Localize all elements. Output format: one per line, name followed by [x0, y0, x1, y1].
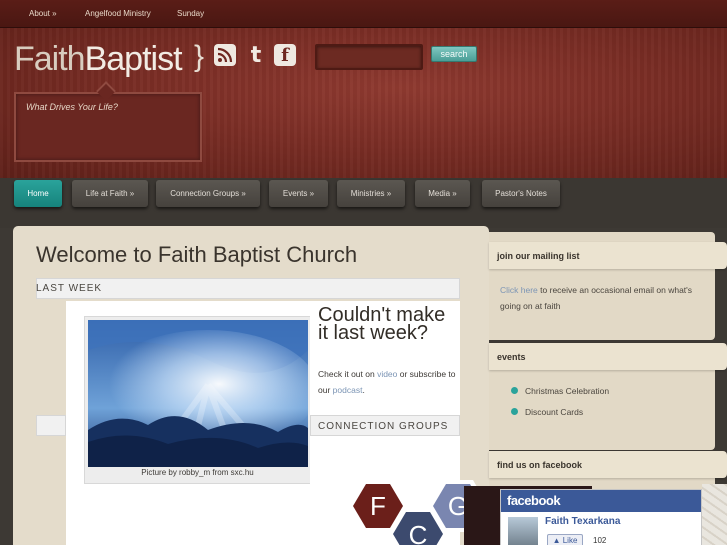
search-input[interactable] — [315, 44, 423, 70]
facebook-like-count: 102 — [593, 536, 607, 545]
tagline-box: What Drives Your Life? — [14, 92, 202, 162]
map-thumbnail[interactable] — [702, 484, 727, 545]
logo-brace: } — [194, 40, 205, 73]
facebook-page-name[interactable]: Faith Texarkana — [545, 516, 620, 527]
facebook-like-box: facebook Faith Texarkana ▲ Like 102 — [500, 489, 702, 545]
nav-item-media[interactable]: Media » — [415, 180, 470, 207]
nav-item-ministries[interactable]: Ministries » — [337, 180, 405, 207]
facebook-icon[interactable]: f — [274, 44, 296, 66]
nav-item-connection-groups[interactable]: Connection Groups » — [156, 180, 260, 207]
section-heading-last-week: LAST WEEK — [36, 283, 103, 294]
facebook-page-thumbnail[interactable] — [508, 517, 538, 545]
page-title: Welcome to Faith Baptist Church — [36, 242, 358, 267]
mailing-list-heading-tab: join our mailing list — [489, 242, 727, 269]
events-title: events — [497, 352, 526, 362]
event-item-christmas-celebration[interactable]: Christmas Celebration — [511, 386, 610, 396]
event-item-discount-cards[interactable]: Discount Cards — [511, 407, 584, 417]
nav-item-pastors-notes[interactable]: Pastor's Notes — [482, 180, 560, 207]
cg-letter-f: F — [370, 491, 386, 521]
sky-photo[interactable] — [88, 320, 308, 467]
search-button[interactable]: search — [431, 46, 477, 62]
site-logo[interactable]: FaithBaptist — [14, 40, 183, 79]
top-utility-bar: About » Angelfood Ministry Sunday — [0, 0, 727, 28]
photo-caption: Picture by robby_m from sxc.hu — [141, 468, 254, 477]
top-link-angelfood-ministry[interactable]: Angelfood Ministry — [85, 9, 151, 18]
left-divider-bar — [36, 415, 66, 436]
like-label: Like — [562, 536, 578, 545]
mailing-list-text: Click here to receive an occasional emai… — [500, 282, 700, 314]
tagline-text: What Drives Your Life? — [26, 102, 118, 112]
mailing-signup-link[interactable]: Click here — [500, 285, 538, 295]
main-content: Welcome to Faith Baptist Church LAST WEE… — [13, 226, 489, 545]
main-nav: Home Life at Faith » Connection Groups »… — [0, 178, 727, 228]
mailing-list-title: join our mailing list — [497, 251, 580, 261]
top-link-about[interactable]: About » — [29, 9, 57, 18]
cg-letter-c: C — [409, 520, 428, 545]
callout-text-part-3: . — [362, 385, 365, 395]
facebook-widget-title: find us on facebook — [497, 460, 583, 470]
facebook-brand: facebook — [507, 493, 561, 508]
events-heading-tab: events — [489, 343, 727, 370]
event-item-label: Discount Cards — [525, 407, 584, 417]
logo-light-text: Faith — [14, 40, 86, 78]
photo-frame: Picture by robby_m from sxc.hu — [84, 316, 311, 484]
event-bullet-icon — [511, 408, 518, 415]
callout-text-part-1: Check it out on — [318, 369, 378, 379]
nav-item-life-at-faith[interactable]: Life at Faith » — [72, 180, 148, 207]
twitter-icon[interactable]: t — [245, 43, 267, 68]
callout-text: Check it out on video or subscribe to ou… — [318, 366, 458, 398]
section-heading-connection-groups: CONNECTION GROUPS — [318, 421, 449, 432]
podcast-link[interactable]: podcast — [333, 385, 363, 395]
nav-item-events[interactable]: Events » — [269, 180, 328, 207]
like-thumb-icon: ▲ — [552, 536, 561, 545]
top-link-sunday[interactable]: Sunday — [177, 9, 204, 18]
facebook-heading-tab: find us on facebook — [489, 451, 727, 478]
facebook-header: facebook — [501, 490, 701, 512]
callout-title: Couldn't make it last week? — [318, 304, 446, 344]
nav-item-home[interactable]: Home — [14, 180, 62, 207]
event-item-label: Christmas Celebration — [525, 386, 610, 396]
site-header: FaithBaptist } t f search What Drives Yo… — [0, 28, 727, 178]
video-link[interactable]: video — [377, 369, 397, 379]
logo-bold-text: Baptist — [84, 40, 183, 78]
facebook-like-button[interactable]: ▲ Like — [547, 534, 583, 545]
event-bullet-icon — [511, 387, 518, 394]
rss-icon[interactable] — [214, 44, 236, 66]
